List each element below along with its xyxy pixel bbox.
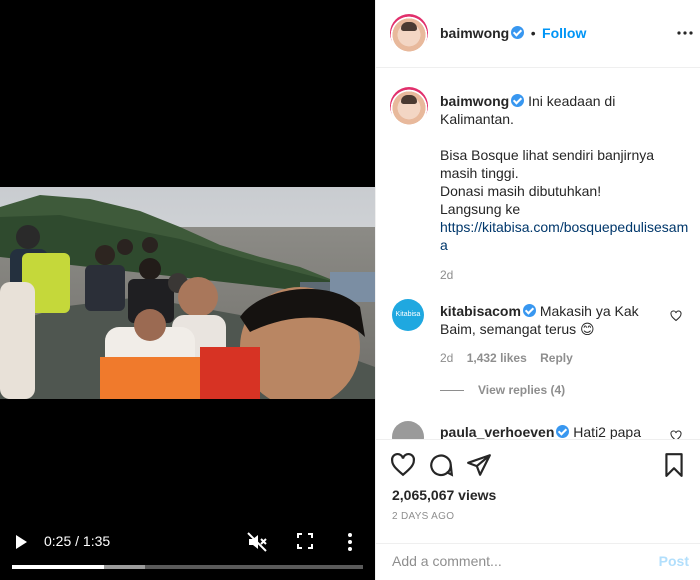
comment-input[interactable] — [392, 553, 642, 569]
comment-username[interactable]: paula_verhoeven — [440, 424, 554, 439]
author-avatar[interactable] — [390, 14, 428, 52]
like-comment-icon[interactable] — [670, 430, 682, 439]
video-controls: 0:25 / 1:35 — [0, 522, 375, 562]
commenter-avatar[interactable]: Kitabisa — [392, 299, 424, 331]
commenter-avatar[interactable] — [392, 421, 424, 439]
mute-icon[interactable] — [246, 531, 268, 553]
caption-username[interactable]: baimwong — [440, 93, 509, 109]
caption-line-3: Donasi masih dibutuhkan! — [440, 183, 602, 199]
caption-line-2: Bisa Bosque lihat sendiri banjirnya masi… — [440, 147, 655, 181]
verified-icon — [511, 94, 525, 107]
video-frame[interactable] — [0, 187, 375, 399]
caption-link[interactable]: https://kitabisa.com/bosquepedulisesama — [440, 218, 690, 254]
post-header: baimwong • Follow — [376, 0, 700, 68]
post-actions: 2,065,067 views 2 DAYS AGO Post — [376, 439, 700, 580]
comment-text: Hati2 papa — [573, 424, 641, 439]
view-count[interactable]: 2,065,067 views — [392, 487, 496, 503]
reply-button[interactable]: Reply — [540, 351, 573, 365]
caption: baimwong Ini keadaan di Kalimantan. Bisa… — [440, 92, 690, 284]
view-replies[interactable]: View replies (4) — [440, 383, 565, 397]
video-time: 0:25 / 1:35 — [44, 533, 111, 549]
play-icon[interactable] — [12, 532, 30, 552]
comments-scroll[interactable]: baimwong Ini keadaan di Kalimantan. Bisa… — [376, 69, 700, 439]
more-options-icon[interactable] — [676, 30, 694, 36]
video-player[interactable]: 0:25 / 1:35 — [0, 0, 375, 580]
comment-username[interactable]: kitabisacom — [440, 303, 521, 319]
video-progress-fill — [12, 565, 105, 569]
save-icon[interactable] — [661, 452, 687, 478]
caption-age: 2d — [440, 268, 454, 282]
view-replies-label[interactable]: View replies (4) — [478, 383, 565, 397]
comment-age: 2d — [440, 351, 454, 365]
divider-line — [440, 390, 464, 392]
comment-meta: 2d 1,432 likes Reply — [440, 351, 573, 365]
caption-avatar[interactable] — [390, 87, 428, 125]
video-progress-bar[interactable] — [12, 565, 363, 569]
more-options-icon[interactable] — [344, 531, 356, 553]
comment-item: kitabisacom Makasih ya Kak Baim, semanga… — [440, 302, 660, 338]
comment-icon[interactable] — [428, 452, 454, 478]
comment-likes[interactable]: 1,432 likes — [467, 351, 527, 365]
verified-icon — [511, 26, 525, 39]
post-button[interactable]: Post — [659, 553, 689, 569]
author-username[interactable]: baimwong — [440, 25, 509, 41]
post-date: 2 DAYS AGO — [392, 511, 455, 522]
follow-button[interactable]: Follow — [542, 25, 586, 41]
like-icon[interactable] — [390, 452, 416, 478]
caption-line-4: Langsung ke — [440, 201, 521, 217]
comment-item: paula_verhoeven Hati2 papa — [440, 424, 641, 439]
share-icon[interactable] — [466, 452, 492, 478]
separator-dot: • — [530, 25, 536, 41]
verified-icon — [522, 304, 536, 317]
flood-boat-scene — [0, 187, 375, 399]
post-side-panel: baimwong • Follow baimwong Ini keadaan d… — [375, 0, 700, 580]
verified-icon — [556, 425, 570, 438]
comment-form: Post — [376, 543, 700, 580]
author-line: baimwong • Follow — [440, 25, 586, 43]
like-comment-icon[interactable] — [670, 310, 682, 322]
fullscreen-icon[interactable] — [296, 532, 314, 550]
